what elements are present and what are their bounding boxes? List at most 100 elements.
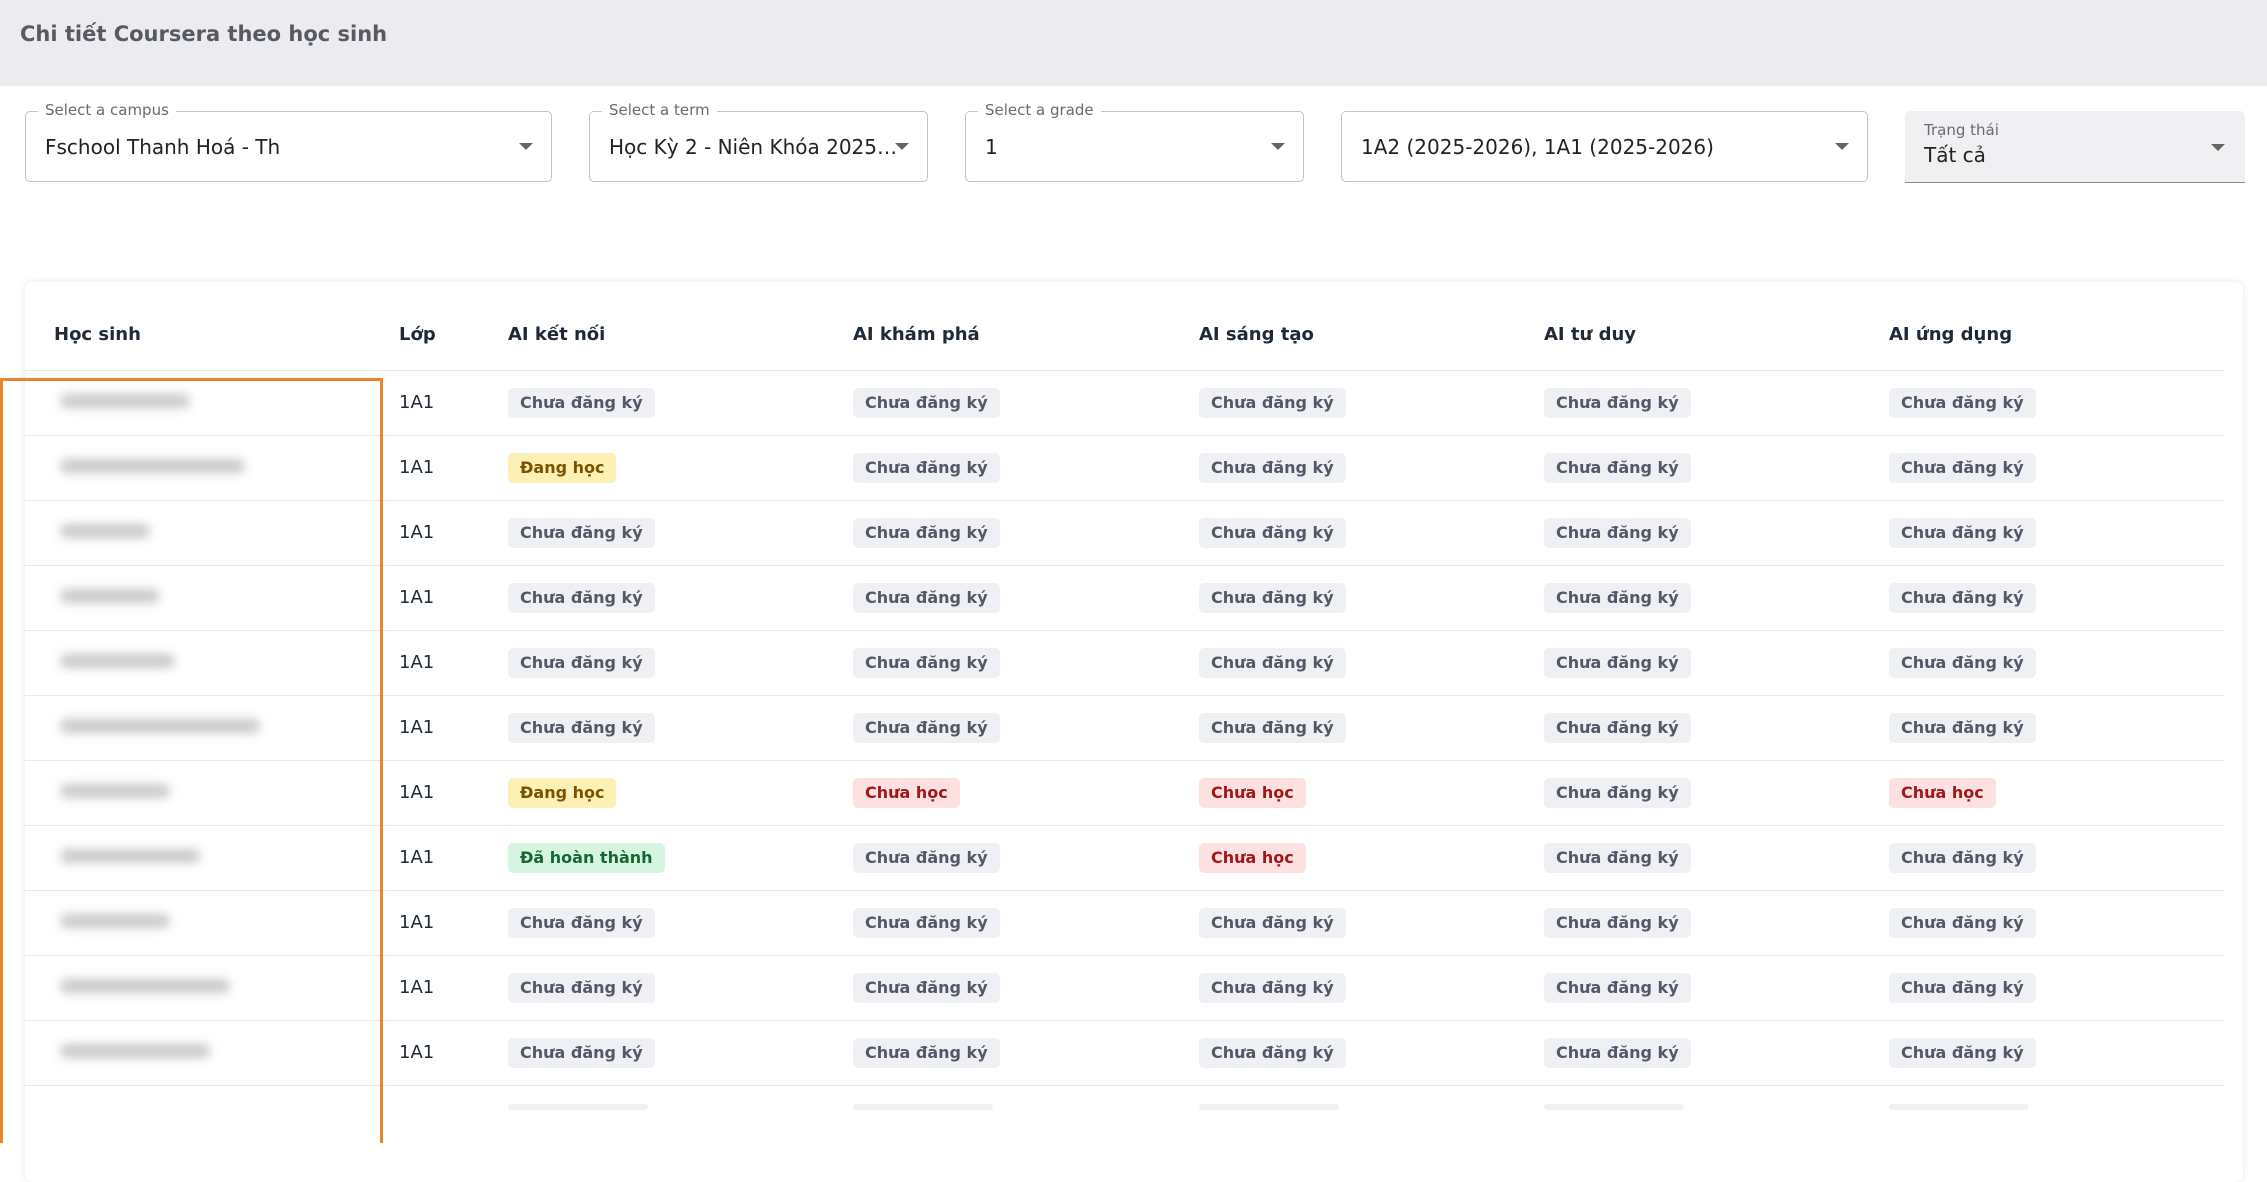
- status-select-label: Trạng thái: [1924, 121, 1999, 139]
- status-badge-ai-ket-noi: Chưa đăng ký: [508, 648, 655, 678]
- page-title: Chi tiết Coursera theo học sinh: [20, 22, 388, 46]
- status-badge-ai-tu-duy: Chưa đăng ký: [1544, 583, 1691, 613]
- status-badge-ai-ung-dung: Chưa đăng ký: [1889, 453, 2036, 483]
- status-badge-ai-sang-tao: Chưa đăng ký: [1199, 583, 1346, 613]
- partial-row-badge: [853, 1104, 993, 1110]
- grade-select-label: Select a grade: [978, 101, 1101, 119]
- status-badge-ai-sang-tao: Chưa đăng ký: [1199, 908, 1346, 938]
- class-cell: 1A1: [399, 912, 435, 933]
- campus-select[interactable]: Select a campus Fschool Thanh Hoá - Th: [25, 101, 552, 182]
- status-badge-ai-tu-duy: Chưa đăng ký: [1544, 453, 1691, 483]
- status-badge-ai-sang-tao: Chưa đăng ký: [1199, 453, 1346, 483]
- status-badge-ai-sang-tao: Chưa đăng ký: [1199, 1038, 1346, 1068]
- status-badge-ai-ket-noi: Chưa đăng ký: [508, 1038, 655, 1068]
- grade-select-value: 1: [985, 135, 998, 159]
- term-select-label: Select a term: [602, 101, 717, 119]
- status-badge-ai-kham-pha: Chưa đăng ký: [853, 713, 1000, 743]
- status-badge-ai-ket-noi: Chưa đăng ký: [508, 908, 655, 938]
- status-badge-ai-tu-duy: Chưa đăng ký: [1544, 973, 1691, 1003]
- status-badge-ai-sang-tao: Chưa đăng ký: [1199, 388, 1346, 418]
- status-badge-ai-kham-pha: Chưa đăng ký: [853, 388, 1000, 418]
- status-badge-ai-ket-noi: Chưa đăng ký: [508, 388, 655, 418]
- chevron-down-icon: [2211, 144, 2225, 151]
- status-badge-ai-sang-tao: Chưa học: [1199, 778, 1306, 808]
- status-badge-ai-ung-dung: Chưa đăng ký: [1889, 648, 2036, 678]
- class-select-value: 1A2 (2025-2026), 1A1 (2025-2026): [1361, 135, 1714, 159]
- class-cell: 1A1: [399, 847, 435, 868]
- status-badge-ai-tu-duy: Chưa đăng ký: [1544, 1038, 1691, 1068]
- status-badge-ai-ung-dung: Chưa đăng ký: [1889, 908, 2036, 938]
- status-badge-ai-ket-noi: Đang học: [508, 453, 617, 483]
- column-header-student: Học sinh: [54, 324, 141, 345]
- status-badge-ai-ung-dung: Chưa đăng ký: [1889, 1038, 2036, 1068]
- status-badge-ai-ket-noi: Chưa đăng ký: [508, 583, 655, 613]
- status-badge-ai-tu-duy: Chưa đăng ký: [1544, 713, 1691, 743]
- status-badge-ai-ket-noi: Chưa đăng ký: [508, 518, 655, 548]
- status-badge-ai-tu-duy: Chưa đăng ký: [1544, 388, 1691, 418]
- class-cell: 1A1: [399, 587, 435, 608]
- campus-select-value: Fschool Thanh Hoá - Th: [45, 135, 281, 159]
- status-badge-ai-kham-pha: Chưa đăng ký: [853, 843, 1000, 873]
- status-badge-ai-tu-duy: Chưa đăng ký: [1544, 778, 1691, 808]
- class-cell: 1A1: [399, 652, 435, 673]
- status-badge-ai-ket-noi: Chưa đăng ký: [508, 973, 655, 1003]
- class-cell: 1A1: [399, 782, 435, 803]
- status-badge-ai-ket-noi: Chưa đăng ký: [508, 713, 655, 743]
- grade-select[interactable]: Select a grade 1: [965, 101, 1304, 182]
- status-badge-ai-ung-dung: Chưa đăng ký: [1889, 583, 2036, 613]
- status-badge-ai-ung-dung: Chưa học: [1889, 778, 1996, 808]
- chevron-down-icon: [1835, 143, 1849, 150]
- campus-select-label: Select a campus: [38, 101, 176, 119]
- column-header-ai-kham-pha: AI khám phá: [853, 324, 980, 345]
- class-cell: 1A1: [399, 522, 435, 543]
- redaction-highlight-box: [0, 378, 383, 1143]
- status-badge-ai-sang-tao: Chưa đăng ký: [1199, 713, 1346, 743]
- class-cell: 1A1: [399, 717, 435, 738]
- column-header-ai-sang-tao: AI sáng tạo: [1199, 324, 1314, 345]
- status-badge-ai-ket-noi: Đã hoàn thành: [508, 843, 665, 873]
- term-select-value: Học Kỳ 2 - Niên Khóa 2025-2026: [609, 135, 897, 159]
- partial-row-badge: [508, 1104, 648, 1110]
- status-badge-ai-kham-pha: Chưa đăng ký: [853, 453, 1000, 483]
- status-badge-ai-kham-pha: Chưa đăng ký: [853, 908, 1000, 938]
- chevron-down-icon: [895, 143, 909, 150]
- status-badge-ai-kham-pha: Chưa đăng ký: [853, 648, 1000, 678]
- status-badge-ai-ung-dung: Chưa đăng ký: [1889, 518, 2036, 548]
- partial-row-badge: [1544, 1104, 1684, 1110]
- status-badge-ai-ung-dung: Chưa đăng ký: [1889, 388, 2036, 418]
- chevron-down-icon: [1271, 143, 1285, 150]
- status-badge-ai-kham-pha: Chưa học: [853, 778, 960, 808]
- status-badge-ai-sang-tao: Chưa đăng ký: [1199, 518, 1346, 548]
- status-badge-ai-tu-duy: Chưa đăng ký: [1544, 908, 1691, 938]
- class-cell: 1A1: [399, 392, 435, 413]
- status-badge-ai-kham-pha: Chưa đăng ký: [853, 973, 1000, 1003]
- partial-row-badge: [1889, 1104, 2029, 1110]
- status-badge-ai-kham-pha: Chưa đăng ký: [853, 1038, 1000, 1068]
- column-header-ai-ung-dung: AI ứng dụng: [1889, 324, 2013, 345]
- status-badge-ai-sang-tao: Chưa đăng ký: [1199, 648, 1346, 678]
- partial-row-badge: [1199, 1104, 1339, 1110]
- status-badge-ai-tu-duy: Chưa đăng ký: [1544, 648, 1691, 678]
- status-badge-ai-kham-pha: Chưa đăng ký: [853, 583, 1000, 613]
- status-badge-ai-ket-noi: Đang học: [508, 778, 617, 808]
- status-select-value: Tất cả: [1924, 143, 1986, 167]
- status-badge-ai-ung-dung: Chưa đăng ký: [1889, 713, 2036, 743]
- column-header-ai-ket-noi: AI kết nối: [508, 324, 606, 345]
- status-badge-ai-sang-tao: Chưa đăng ký: [1199, 973, 1346, 1003]
- column-header-ai-tu-duy: AI tư duy: [1544, 324, 1637, 345]
- class-cell: 1A1: [399, 977, 435, 998]
- status-badge-ai-sang-tao: Chưa học: [1199, 843, 1306, 873]
- class-select[interactable]: 1A2 (2025-2026), 1A1 (2025-2026): [1341, 111, 1868, 182]
- status-badge-ai-tu-duy: Chưa đăng ký: [1544, 518, 1691, 548]
- class-cell: 1A1: [399, 457, 435, 478]
- header-bar: Chi tiết Coursera theo học sinh: [0, 0, 2267, 86]
- status-select[interactable]: Trạng thái Tất cả: [1905, 111, 2245, 183]
- status-badge-ai-ung-dung: Chưa đăng ký: [1889, 843, 2036, 873]
- class-cell: 1A1: [399, 1042, 435, 1063]
- term-select[interactable]: Select a term Học Kỳ 2 - Niên Khóa 2025-…: [589, 101, 928, 182]
- column-header-class: Lớp: [399, 324, 436, 345]
- status-badge-ai-tu-duy: Chưa đăng ký: [1544, 843, 1691, 873]
- chevron-down-icon: [519, 143, 533, 150]
- status-badge-ai-ung-dung: Chưa đăng ký: [1889, 973, 2036, 1003]
- status-badge-ai-kham-pha: Chưa đăng ký: [853, 518, 1000, 548]
